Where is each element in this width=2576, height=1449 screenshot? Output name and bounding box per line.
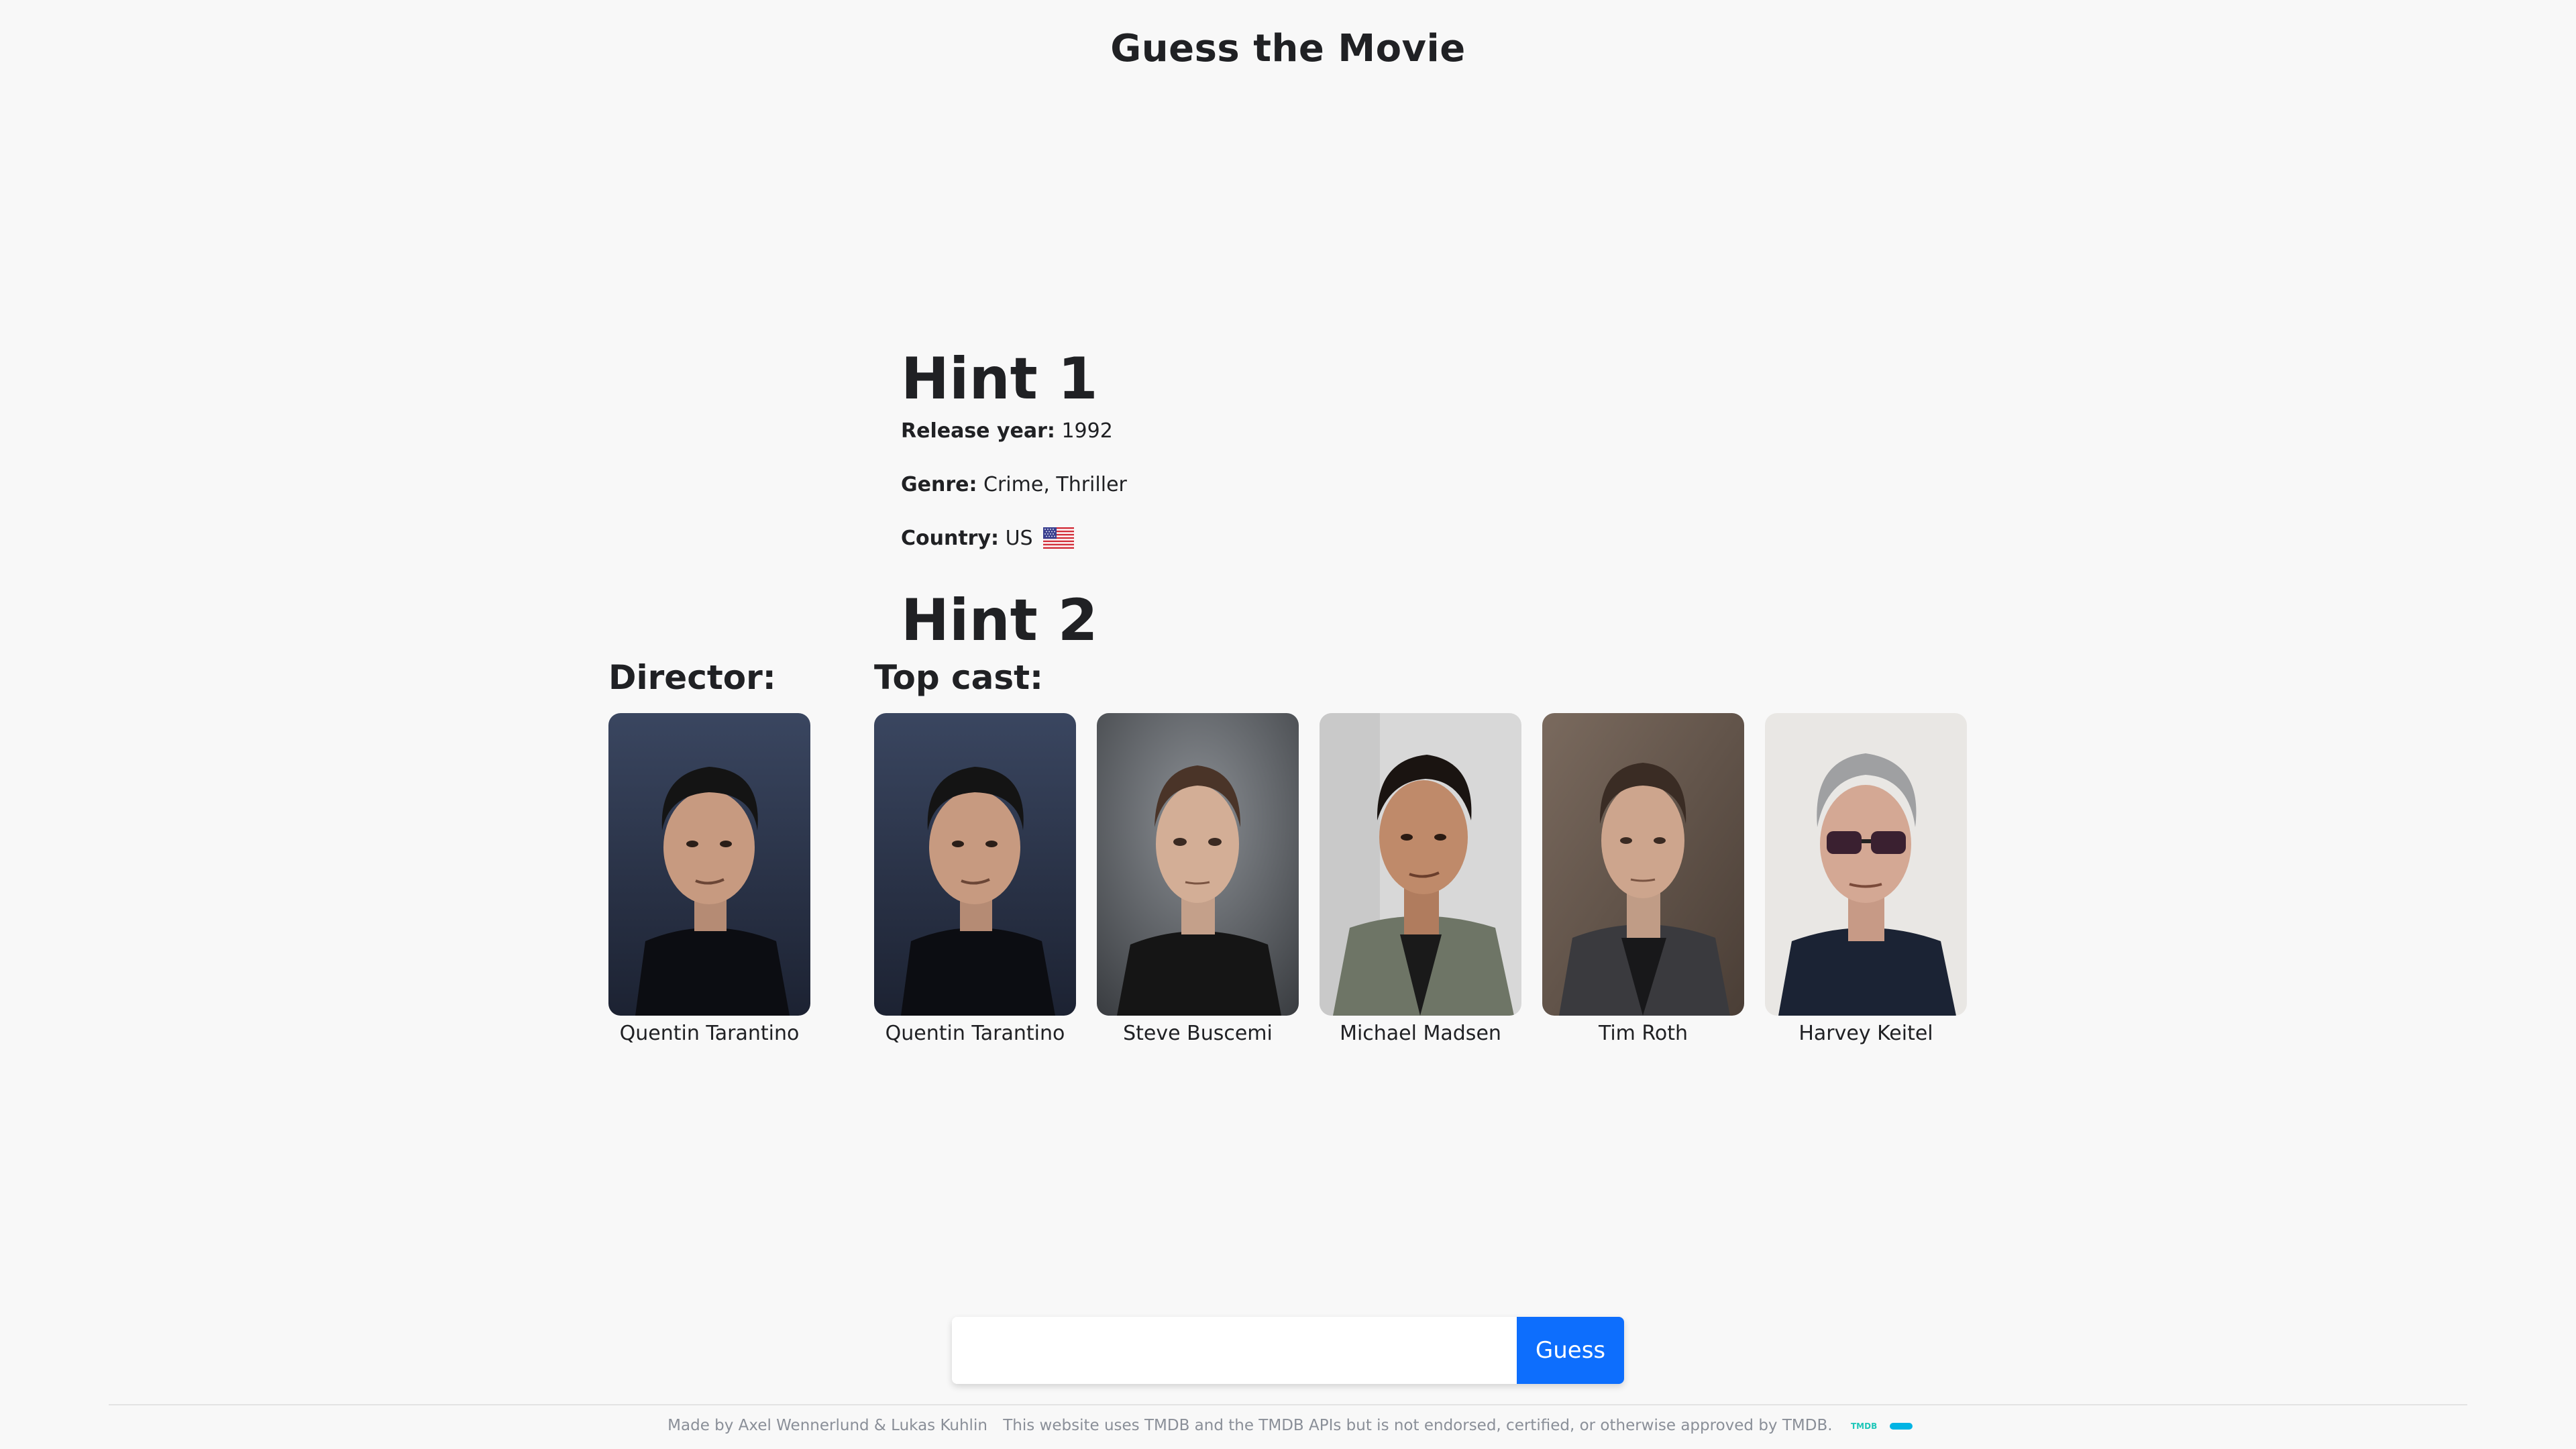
cast-card: Harvey Keitel [1765,713,1967,1048]
footer-credits: Made by Axel Wennerlund & Lukas Kuhlin [667,1417,987,1434]
genre-label: Genre: [901,473,977,496]
guess-button[interactable]: Guess [1517,1317,1624,1384]
page-title: Guess the Movie [1110,27,1466,70]
cast-card: Quentin Tarantino [874,713,1076,1048]
cast-photo [1320,713,1521,1016]
country-value: US [1005,527,1033,550]
cast-card: Steve Buscemi [1097,713,1299,1048]
country-line: Country: US [901,527,1974,551]
release-year-label: Release year: [901,419,1055,443]
cast-name: Harvey Keitel [1799,1022,1933,1045]
svg-text:TMDB: TMDB [1851,1421,1877,1431]
cast-name: Steve Buscemi [1123,1022,1273,1045]
hint-2-heading: Hint 2 [901,587,1098,654]
director-card: Quentin Tarantino [608,713,810,1048]
guess-form: Guess [952,1317,1624,1384]
guess-input[interactable] [952,1317,1517,1384]
us-flag-icon [1043,527,1075,549]
footer-divider [109,1404,2467,1405]
country-label: Country: [901,527,1000,550]
director-name: Quentin Tarantino [619,1022,800,1045]
footer-disclaimer: This website uses TMDB and the TMDB APIs… [1003,1417,1833,1434]
cast-card: Tim Roth [1542,713,1744,1048]
top-cast-label: Top cast: [874,658,1044,697]
cast-name: Tim Roth [1598,1022,1688,1045]
cast-card: Michael Madsen [1320,713,1521,1048]
footer: Made by Axel Wennerlund & Lukas Kuhlin T… [0,1417,2576,1434]
hint-1-heading: Hint 1 [901,345,1098,413]
release-year-line: Release year: 1992 [901,419,1974,443]
director-photo [608,713,810,1016]
release-year-value: 1992 [1061,419,1113,443]
director-label: Director: [608,658,776,697]
genre-value: Crime, Thriller [983,473,1127,496]
cast-photo [1765,713,1967,1016]
cast-photo [874,713,1076,1016]
genre-line: Genre: Crime, Thriller [901,473,1974,497]
cast-photo [1097,713,1299,1016]
cast-name: Quentin Tarantino [885,1022,1065,1045]
cast-name: Michael Madsen [1340,1022,1501,1045]
hint-1-section: Hint 1 Release year: 1992 Genre: Crime, … [901,339,1974,580]
tmdb-logo-icon[interactable]: TMDB [1851,1421,1914,1432]
cast-photo [1542,713,1744,1016]
